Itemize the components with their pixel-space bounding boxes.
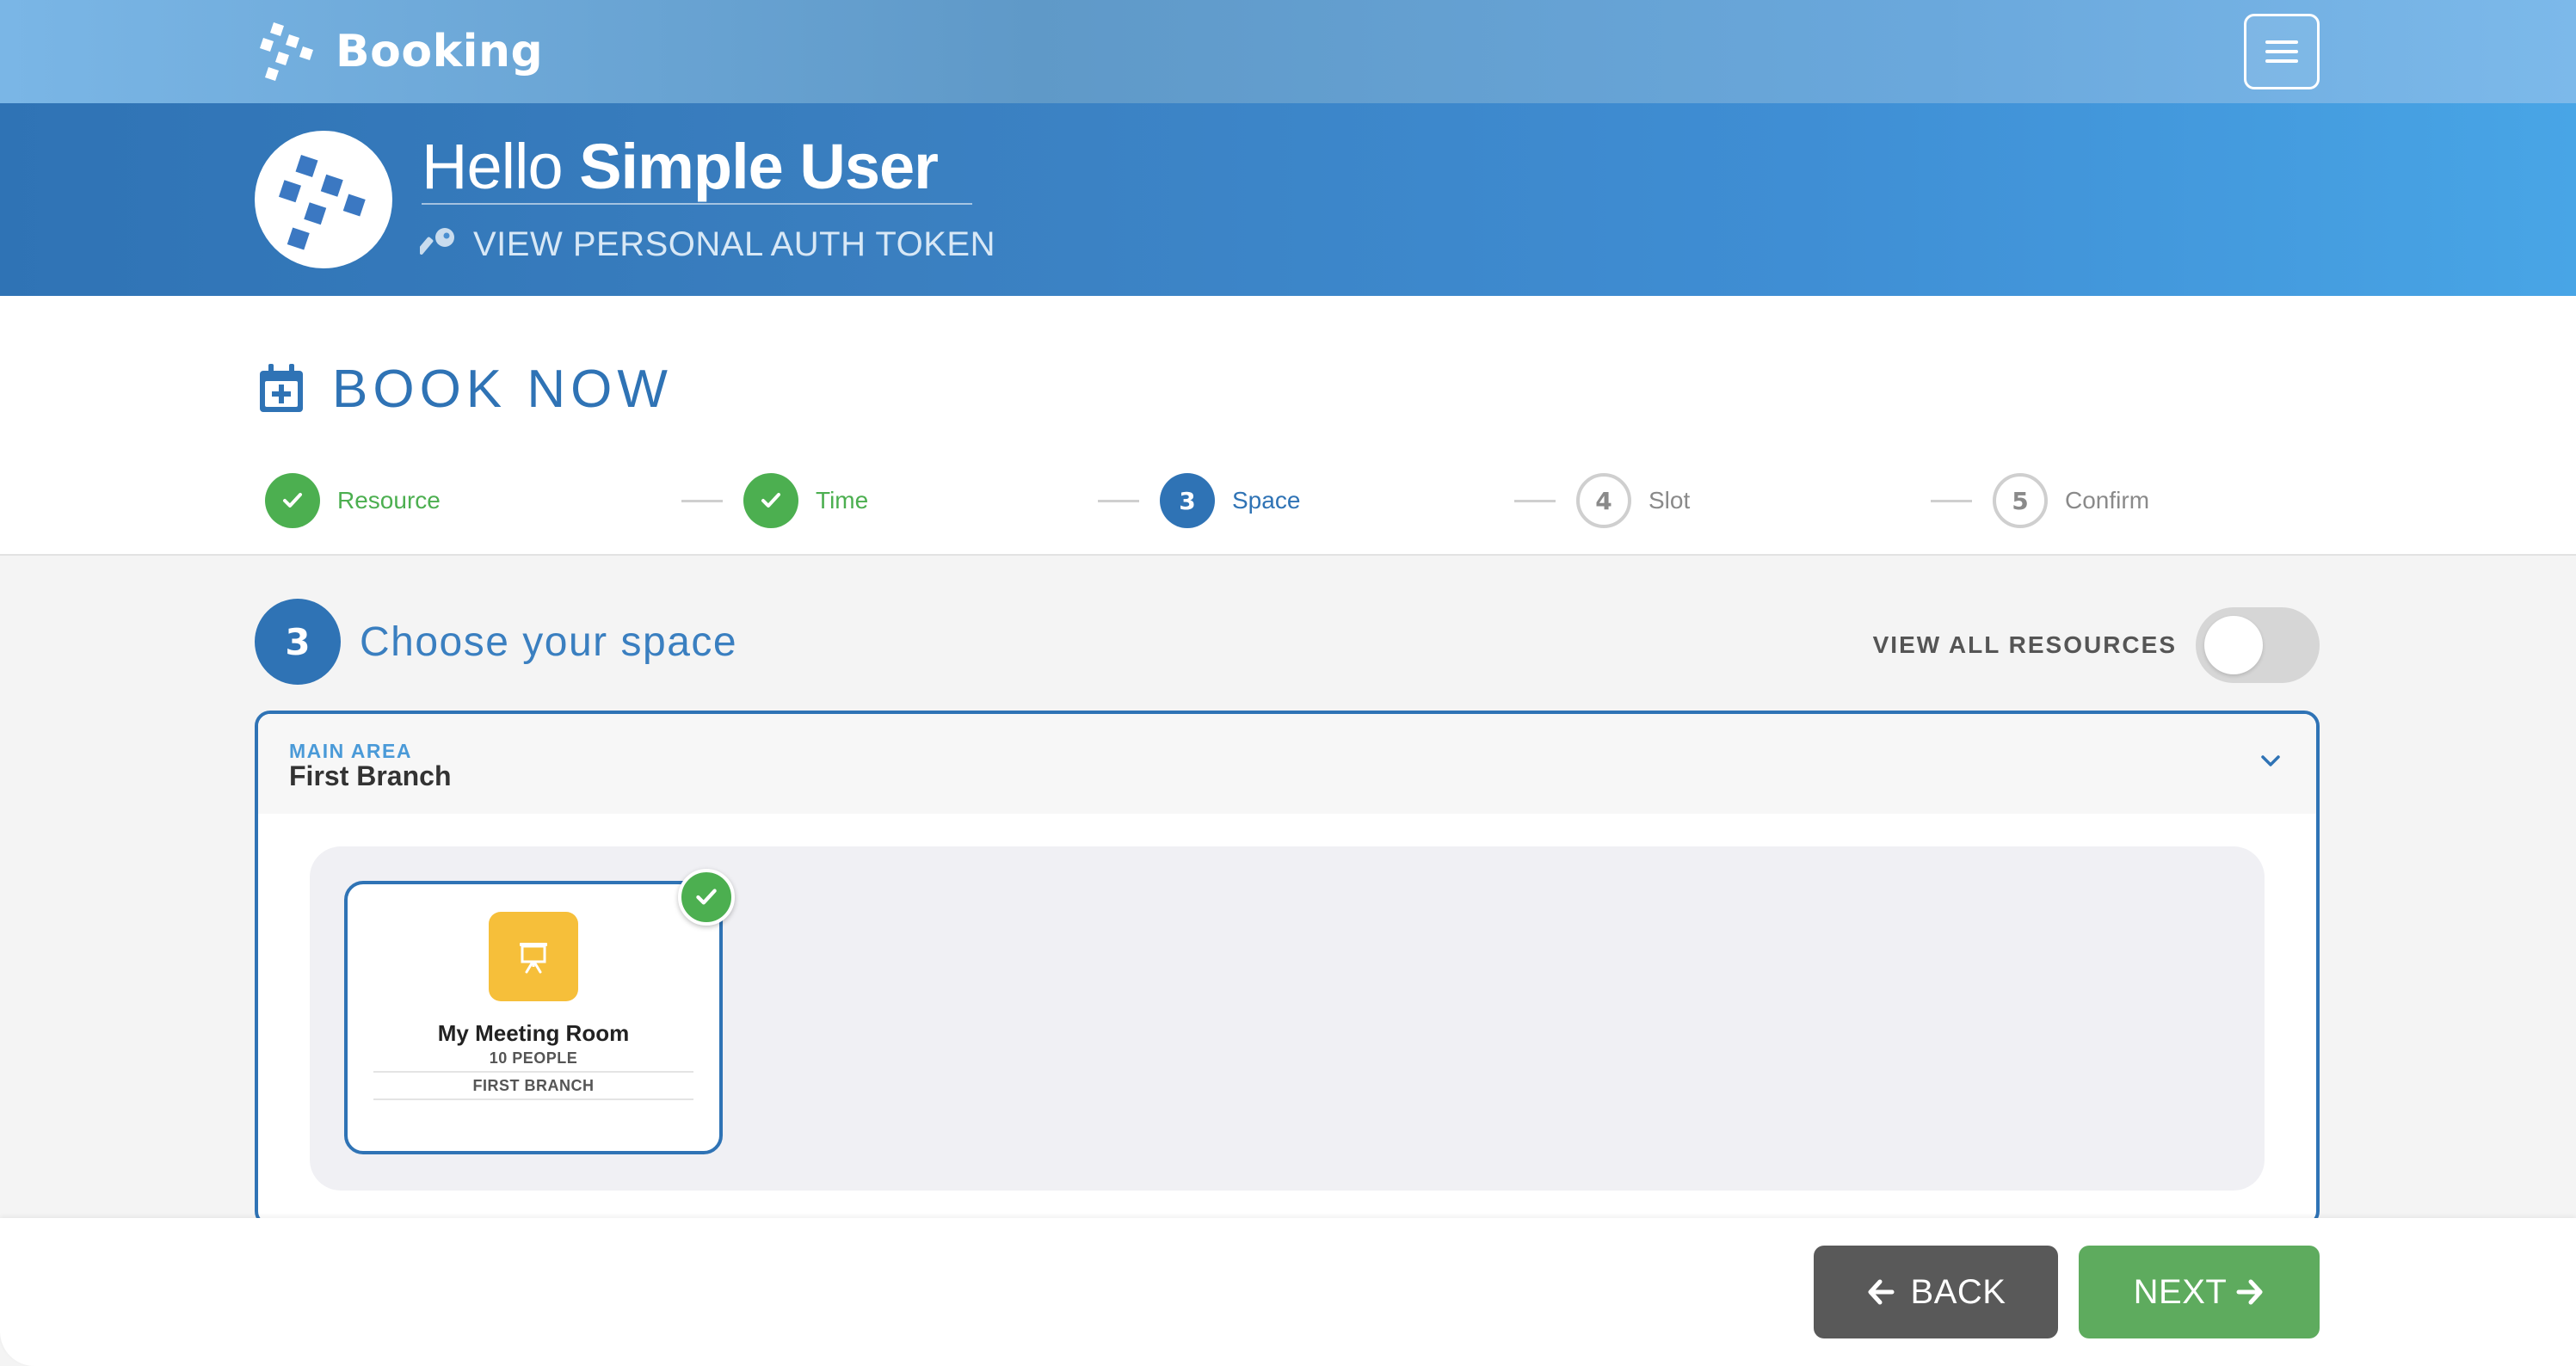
section-number: 3 (255, 599, 341, 685)
space-branch: FIRST BRANCH (373, 1077, 693, 1100)
key-icon (420, 228, 454, 255)
menu-button[interactable] (2244, 14, 2320, 89)
step-space[interactable]: 3 Space (1160, 473, 1300, 528)
greeting: Hello Simple User (422, 129, 972, 205)
auth-token-link[interactable]: VIEW PERSONAL AUTH TOKEN (420, 220, 995, 268)
arrow-left-icon (1868, 1279, 1895, 1305)
step-label: Slot (1649, 487, 1691, 514)
step-slot[interactable]: 4 Slot (1576, 473, 1690, 528)
area-panel: MAIN AREA First Branch My Meeting Room 1… (255, 711, 2320, 1227)
presentation-board-icon (520, 943, 547, 974)
step-divider (681, 500, 723, 502)
avatar (255, 131, 392, 268)
app-title: Booking (336, 26, 544, 77)
greeting-text: Hello (422, 131, 564, 202)
hamburger-menu-icon-bar (2265, 59, 2298, 63)
calendar-plus-icon (260, 364, 303, 412)
view-all-label: VIEW ALL RESOURCES (1872, 631, 2177, 658)
book-now-section: BOOK NOW Resource Time 3 Space 4 Slot 5 … (0, 296, 2576, 556)
footer-actions: BACK NEXT (0, 1218, 2576, 1366)
area-caption: MAIN AREA (289, 740, 412, 762)
step-label: Confirm (2065, 487, 2150, 514)
page-title-text: BOOK NOW (332, 359, 673, 419)
brand[interactable]: Booking (255, 15, 543, 88)
next-button[interactable]: NEXT (2079, 1246, 2320, 1338)
space-name: My Meeting Room (437, 1020, 630, 1046)
selected-check-icon (678, 869, 735, 926)
toggle-knob (2204, 616, 2263, 674)
step-divider (1098, 500, 1139, 502)
step-time[interactable]: Time (743, 473, 868, 528)
step-label: Space (1232, 487, 1301, 514)
section-title: Choose your space (360, 618, 738, 665)
auth-token-label: VIEW PERSONAL AUTH TOKEN (473, 225, 995, 263)
arrow-right-icon (2236, 1279, 2263, 1305)
space-card[interactable]: My Meeting Room 10 PEOPLE FIRST BRANCH (344, 869, 735, 1154)
space-list: My Meeting Room 10 PEOPLE FIRST BRANCH (310, 846, 2265, 1191)
hamburger-menu-icon (2265, 40, 2298, 44)
step-check-icon (265, 473, 320, 528)
chevron-down-icon[interactable] (2258, 752, 2283, 771)
space-capacity: 10 PEOPLE (373, 1049, 693, 1073)
view-all-toggle[interactable] (2196, 607, 2320, 683)
next-button-label: NEXT (2133, 1272, 2228, 1311)
user-name: Simple User (579, 131, 939, 202)
top-navbar: Booking (0, 0, 2576, 103)
step-divider (1931, 500, 1972, 502)
hamburger-menu-icon-bar (2265, 50, 2298, 53)
step-label: Resource (337, 487, 441, 514)
space-icon-box (489, 912, 578, 1001)
step-label: Time (816, 487, 869, 514)
back-button-label: BACK (1910, 1272, 2006, 1311)
step-resource[interactable]: Resource (265, 473, 441, 528)
step-divider (1514, 500, 1556, 502)
booking-logo-icon (279, 155, 366, 250)
step-check-icon (743, 473, 798, 528)
stepper: Resource Time 3 Space 4 Slot 5 Confirm (265, 473, 2158, 528)
back-button[interactable]: BACK (1814, 1246, 2058, 1338)
section-heading: 3 Choose your space (255, 599, 737, 685)
view-all-resources: VIEW ALL RESOURCES (1850, 607, 2320, 683)
user-banner: Hello Simple User VIEW PERSONAL AUTH TOK… (0, 103, 2576, 296)
page-title: BOOK NOW (258, 358, 673, 420)
step-confirm[interactable]: 5 Confirm (1993, 473, 2149, 528)
area-name: First Branch (289, 760, 452, 791)
area-header[interactable]: MAIN AREA First Branch (258, 714, 2316, 814)
step-number: 5 (1993, 473, 2048, 528)
step-number: 4 (1576, 473, 1631, 528)
booking-logo-icon (260, 22, 313, 81)
step-number: 3 (1160, 473, 1215, 528)
